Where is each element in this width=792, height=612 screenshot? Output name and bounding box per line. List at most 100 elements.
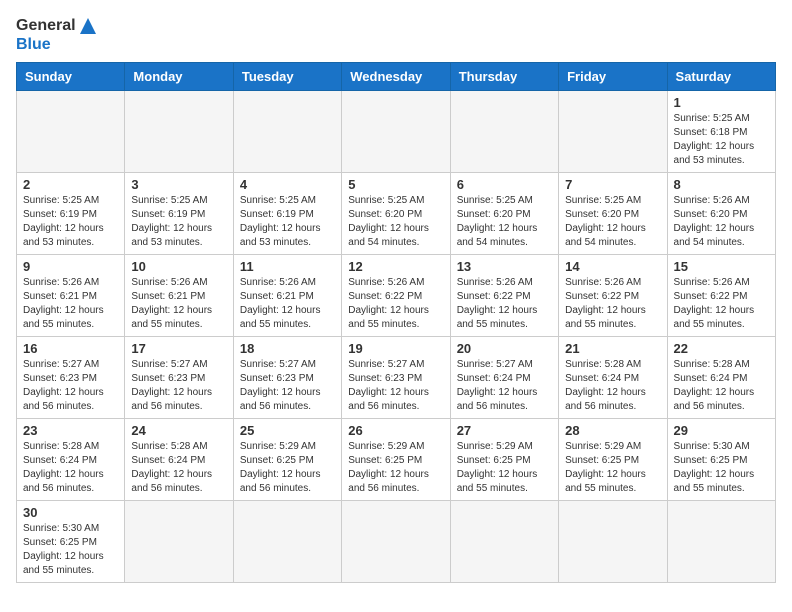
calendar-cell <box>125 501 233 583</box>
calendar-header-row: SundayMondayTuesdayWednesdayThursdayFrid… <box>17 63 776 91</box>
day-info: Sunrise: 5:28 AM Sunset: 6:24 PM Dayligh… <box>565 358 660 414</box>
day-info: Sunrise: 5:26 AM Sunset: 6:22 PM Dayligh… <box>348 276 443 332</box>
calendar-cell: 7 Sunrise: 5:25 AM Sunset: 6:20 PM Daylig… <box>559 173 667 255</box>
day-info: Sunrise: 5:26 AM Sunset: 6:21 PM Dayligh… <box>23 276 118 332</box>
day-info: Sunrise: 5:26 AM Sunset: 6:20 PM Dayligh… <box>674 194 769 250</box>
day-number: 18 <box>240 341 335 356</box>
day-number: 2 <box>23 177 118 192</box>
calendar-cell: 15Sunrise: 5:26 AM Sunset: 6:22 PM Dayli… <box>667 255 775 337</box>
calendar-cell: 17 Sunrise: 5:27 AM Sunset: 6:23 PM Dayli… <box>125 337 233 419</box>
calendar-cell: 30 Sunrise: 5:30 AM Sunset: 6:25 PM Dayli… <box>17 501 125 583</box>
calendar-cell <box>559 501 667 583</box>
weekday-header-friday: Friday <box>559 63 667 91</box>
calendar-cell <box>233 501 341 583</box>
day-number: 7 <box>565 177 660 192</box>
calendar-cell: 14Sunrise: 5:26 AM Sunset: 6:22 PM Dayli… <box>559 255 667 337</box>
day-info: Sunrise: 5:27 AM Sunset: 6:23 PM Dayligh… <box>23 358 118 414</box>
day-number: 9 <box>23 259 118 274</box>
day-number: 5 <box>348 177 443 192</box>
calendar-cell: 26 Sunrise: 5:29 AM Sunset: 6:25 PM Dayli… <box>342 419 450 501</box>
day-info: Sunrise: 5:25 AM Sunset: 6:18 PM Dayligh… <box>674 112 769 168</box>
day-number: 28 <box>565 423 660 438</box>
calendar-week-4: 16 Sunrise: 5:27 AM Sunset: 6:23 PM Dayli… <box>17 337 776 419</box>
day-info: Sunrise: 5:29 AM Sunset: 6:25 PM Dayligh… <box>457 440 552 496</box>
day-number: 11 <box>240 259 335 274</box>
day-info: Sunrise: 5:25 AM Sunset: 6:19 PM Dayligh… <box>23 194 118 250</box>
calendar-cell <box>559 91 667 173</box>
calendar-cell: 10Sunrise: 5:26 AM Sunset: 6:21 PM Dayli… <box>125 255 233 337</box>
day-info: Sunrise: 5:26 AM Sunset: 6:21 PM Dayligh… <box>240 276 335 332</box>
logo-blue: Blue <box>16 36 51 54</box>
calendar-cell: 16 Sunrise: 5:27 AM Sunset: 6:23 PM Dayli… <box>17 337 125 419</box>
day-number: 12 <box>348 259 443 274</box>
day-info: Sunrise: 5:30 AM Sunset: 6:25 PM Dayligh… <box>674 440 769 496</box>
calendar-cell: 18Sunrise: 5:27 AM Sunset: 6:23 PM Dayli… <box>233 337 341 419</box>
weekday-header-sunday: Sunday <box>17 63 125 91</box>
calendar-cell: 11 Sunrise: 5:26 AM Sunset: 6:21 PM Dayli… <box>233 255 341 337</box>
day-number: 30 <box>23 505 118 520</box>
day-info: Sunrise: 5:27 AM Sunset: 6:23 PM Dayligh… <box>348 358 443 414</box>
day-number: 15 <box>674 259 769 274</box>
day-number: 3 <box>131 177 226 192</box>
day-info: Sunrise: 5:25 AM Sunset: 6:20 PM Dayligh… <box>348 194 443 250</box>
day-number: 6 <box>457 177 552 192</box>
calendar-cell <box>233 91 341 173</box>
calendar-cell: 25Sunrise: 5:29 AM Sunset: 6:25 PM Dayli… <box>233 419 341 501</box>
calendar-cell: 29 Sunrise: 5:30 AM Sunset: 6:25 PM Dayli… <box>667 419 775 501</box>
day-info: Sunrise: 5:29 AM Sunset: 6:25 PM Dayligh… <box>348 440 443 496</box>
day-info: Sunrise: 5:28 AM Sunset: 6:24 PM Dayligh… <box>131 440 226 496</box>
calendar-cell <box>342 91 450 173</box>
day-info: Sunrise: 5:25 AM Sunset: 6:19 PM Dayligh… <box>240 194 335 250</box>
day-number: 29 <box>674 423 769 438</box>
calendar-week-1: 1 Sunrise: 5:25 AM Sunset: 6:18 PM Daylig… <box>17 91 776 173</box>
calendar-cell: 22 Sunrise: 5:28 AM Sunset: 6:24 PM Dayli… <box>667 337 775 419</box>
calendar-cell <box>342 501 450 583</box>
calendar-cell: 5 Sunrise: 5:25 AM Sunset: 6:20 PM Daylig… <box>342 173 450 255</box>
day-info: Sunrise: 5:28 AM Sunset: 6:24 PM Dayligh… <box>674 358 769 414</box>
day-info: Sunrise: 5:25 AM Sunset: 6:19 PM Dayligh… <box>131 194 226 250</box>
calendar-cell: 3 Sunrise: 5:25 AM Sunset: 6:19 PM Daylig… <box>125 173 233 255</box>
day-info: Sunrise: 5:29 AM Sunset: 6:25 PM Dayligh… <box>565 440 660 496</box>
logo: General Blue <box>16 16 98 54</box>
calendar-table: SundayMondayTuesdayWednesdayThursdayFrid… <box>16 62 776 583</box>
calendar-cell: 2 Sunrise: 5:25 AM Sunset: 6:19 PM Daylig… <box>17 173 125 255</box>
header: General Blue <box>16 16 776 54</box>
day-number: 26 <box>348 423 443 438</box>
calendar-cell <box>125 91 233 173</box>
calendar-cell: 9 Sunrise: 5:26 AM Sunset: 6:21 PM Daylig… <box>17 255 125 337</box>
logo-general: General <box>16 17 76 35</box>
day-number: 25 <box>240 423 335 438</box>
day-number: 10 <box>131 259 226 274</box>
calendar-cell: 13 Sunrise: 5:26 AM Sunset: 6:22 PM Dayli… <box>450 255 558 337</box>
day-info: Sunrise: 5:27 AM Sunset: 6:23 PM Dayligh… <box>131 358 226 414</box>
calendar-week-5: 23 Sunrise: 5:28 AM Sunset: 6:24 PM Dayli… <box>17 419 776 501</box>
logo-triangle-icon <box>78 16 98 36</box>
day-number: 17 <box>131 341 226 356</box>
day-number: 1 <box>674 95 769 110</box>
day-number: 23 <box>23 423 118 438</box>
day-info: Sunrise: 5:28 AM Sunset: 6:24 PM Dayligh… <box>23 440 118 496</box>
calendar-cell <box>450 91 558 173</box>
day-number: 14 <box>565 259 660 274</box>
day-number: 22 <box>674 341 769 356</box>
calendar-cell: 20 Sunrise: 5:27 AM Sunset: 6:24 PM Dayli… <box>450 337 558 419</box>
calendar-cell: 19Sunrise: 5:27 AM Sunset: 6:23 PM Dayli… <box>342 337 450 419</box>
day-number: 13 <box>457 259 552 274</box>
day-number: 20 <box>457 341 552 356</box>
calendar-week-3: 9 Sunrise: 5:26 AM Sunset: 6:21 PM Daylig… <box>17 255 776 337</box>
weekday-header-thursday: Thursday <box>450 63 558 91</box>
calendar-cell <box>450 501 558 583</box>
weekday-header-wednesday: Wednesday <box>342 63 450 91</box>
day-number: 4 <box>240 177 335 192</box>
day-info: Sunrise: 5:27 AM Sunset: 6:24 PM Dayligh… <box>457 358 552 414</box>
day-number: 21 <box>565 341 660 356</box>
day-number: 16 <box>23 341 118 356</box>
day-info: Sunrise: 5:30 AM Sunset: 6:25 PM Dayligh… <box>23 522 118 578</box>
calendar-cell: 24Sunrise: 5:28 AM Sunset: 6:24 PM Dayli… <box>125 419 233 501</box>
day-info: Sunrise: 5:25 AM Sunset: 6:20 PM Dayligh… <box>565 194 660 250</box>
calendar-cell: 27Sunrise: 5:29 AM Sunset: 6:25 PM Dayli… <box>450 419 558 501</box>
calendar-cell: 12 Sunrise: 5:26 AM Sunset: 6:22 PM Dayli… <box>342 255 450 337</box>
calendar-cell: 21 Sunrise: 5:28 AM Sunset: 6:24 PM Dayli… <box>559 337 667 419</box>
calendar-cell: 28 Sunrise: 5:29 AM Sunset: 6:25 PM Dayli… <box>559 419 667 501</box>
day-info: Sunrise: 5:26 AM Sunset: 6:22 PM Dayligh… <box>457 276 552 332</box>
